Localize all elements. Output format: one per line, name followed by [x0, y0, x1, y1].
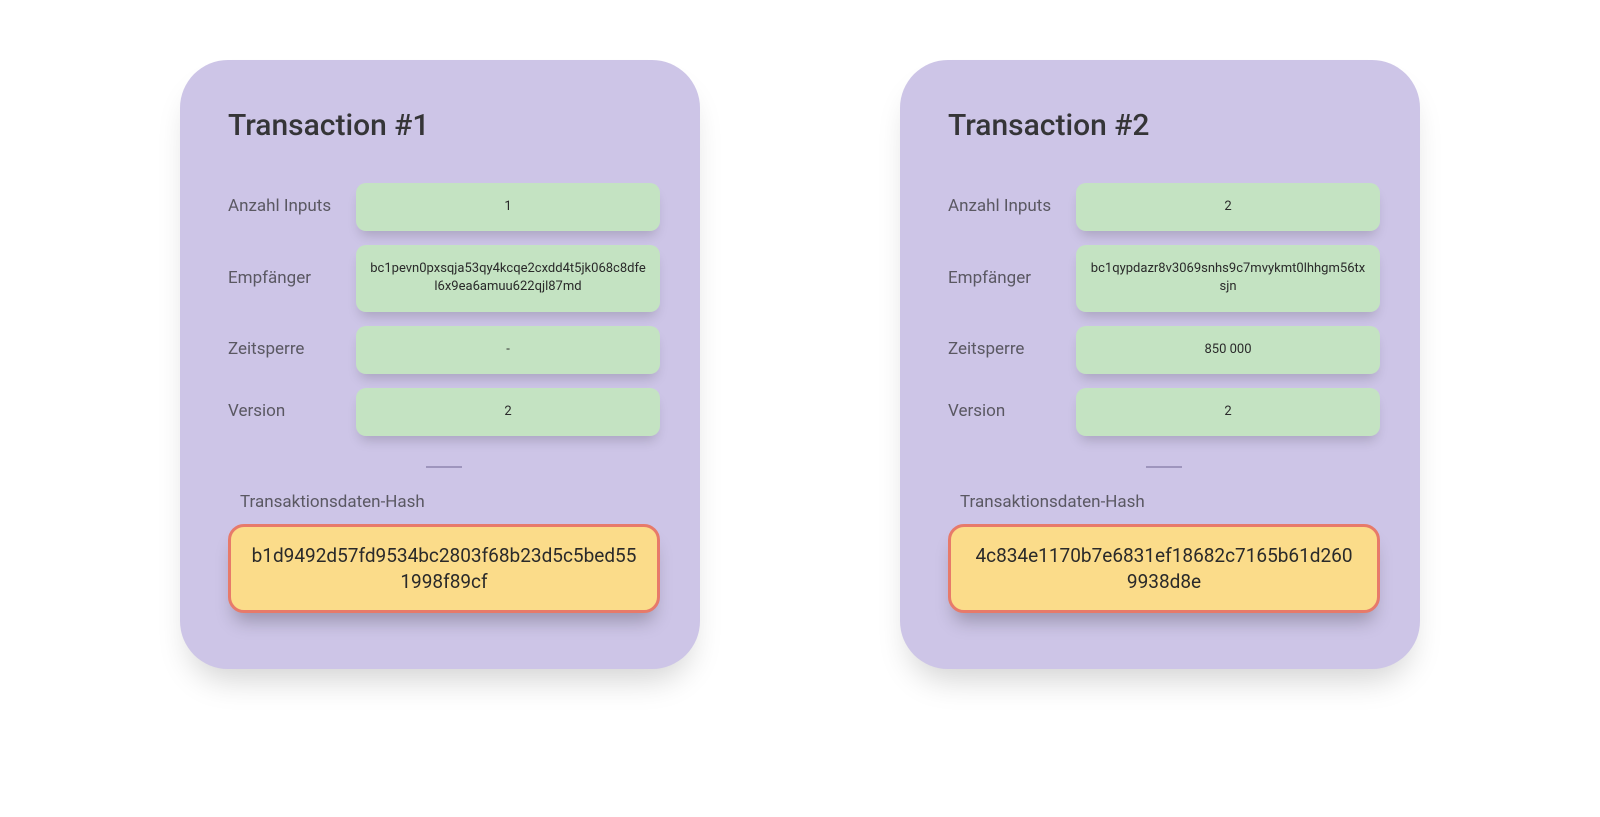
divider-wrap [228, 466, 660, 468]
hash-value: b1d9492d57fd9534bc2803f68b23d5c5bed55199… [228, 524, 660, 613]
field-list: Anzahl Inputs 1 Empfänger bc1pevn0pxsqja… [228, 183, 660, 436]
card-title: Transaction #1 [228, 108, 660, 143]
field-value: bc1pevn0pxsqja53qy4kcqe2cxdd4t5jk068c8df… [356, 245, 660, 311]
field-value: bc1qypdazr8v3069snhs9c7mvykmt0lhhgm56txs… [1076, 245, 1380, 311]
field-list: Anzahl Inputs 2 Empfänger bc1qypdazr8v30… [948, 183, 1380, 436]
hash-label: Transaktionsdaten-Hash [960, 492, 1380, 512]
field-value: 1 [356, 183, 660, 231]
field-row-inputs: Anzahl Inputs 2 [948, 183, 1380, 231]
divider [426, 466, 462, 468]
divider [1146, 466, 1182, 468]
field-row-locktime: Zeitsperre - [228, 326, 660, 374]
field-value: 2 [1076, 388, 1380, 436]
field-row-version: Version 2 [948, 388, 1380, 436]
field-label: Zeitsperre [948, 339, 1058, 360]
field-row-locktime: Zeitsperre 850 000 [948, 326, 1380, 374]
field-value: 850 000 [1076, 326, 1380, 374]
field-row-version: Version 2 [228, 388, 660, 436]
field-value: 2 [1076, 183, 1380, 231]
field-label: Version [948, 401, 1058, 422]
field-label: Empfänger [948, 268, 1058, 289]
transaction-card-2: Transaction #2 Anzahl Inputs 2 Empfänger… [900, 60, 1420, 669]
field-label: Zeitsperre [228, 339, 338, 360]
hash-label: Transaktionsdaten-Hash [240, 492, 660, 512]
field-label: Anzahl Inputs [228, 196, 338, 217]
field-value: 2 [356, 388, 660, 436]
field-value: - [356, 326, 660, 374]
hash-value: 4c834e1170b7e6831ef18682c7165b61d2609938… [948, 524, 1380, 613]
field-label: Empfänger [228, 268, 338, 289]
field-label: Version [228, 401, 338, 422]
field-row-recipient: Empfänger bc1qypdazr8v3069snhs9c7mvykmt0… [948, 245, 1380, 311]
field-row-recipient: Empfänger bc1pevn0pxsqja53qy4kcqe2cxdd4t… [228, 245, 660, 311]
divider-wrap [948, 466, 1380, 468]
transaction-card-1: Transaction #1 Anzahl Inputs 1 Empfänger… [180, 60, 700, 669]
card-title: Transaction #2 [948, 108, 1380, 143]
field-row-inputs: Anzahl Inputs 1 [228, 183, 660, 231]
field-label: Anzahl Inputs [948, 196, 1058, 217]
